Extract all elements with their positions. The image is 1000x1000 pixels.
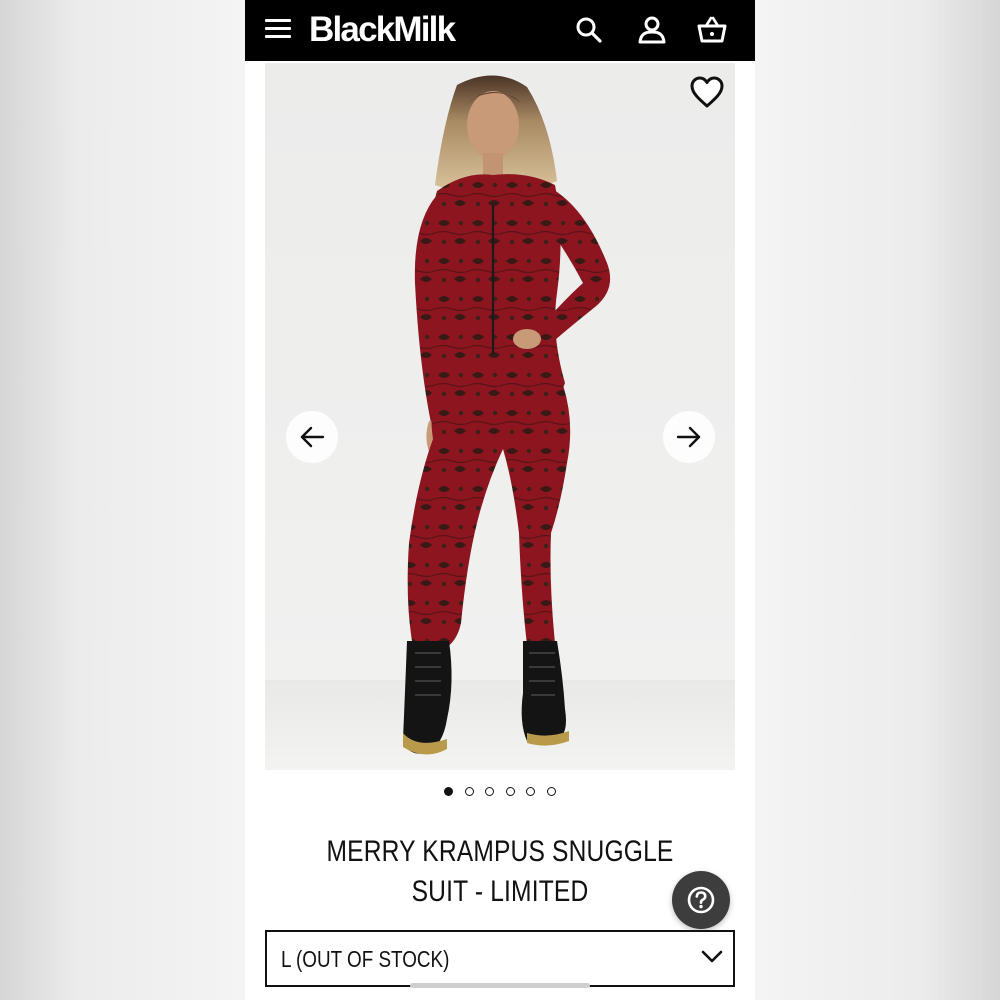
carousel-dot[interactable] xyxy=(444,787,454,796)
search-icon[interactable] xyxy=(571,12,607,48)
carousel-pagination xyxy=(245,787,755,801)
size-select-value: L (OUT OF STOCK) xyxy=(281,946,450,972)
size-select[interactable]: L (OUT OF STOCK) xyxy=(265,930,735,987)
product-image-carousel[interactable] xyxy=(265,63,735,770)
heart-icon[interactable] xyxy=(689,75,725,109)
question-mark-icon xyxy=(687,886,715,914)
brand-logo[interactable]: BlackMilk xyxy=(309,8,456,52)
product-photo xyxy=(403,75,611,755)
carousel-dot[interactable] xyxy=(505,787,515,796)
next-image-button[interactable] xyxy=(663,411,715,463)
scroll-indicator xyxy=(410,983,590,988)
chevron-down-icon xyxy=(701,950,723,963)
arrow-left-icon xyxy=(300,426,325,448)
carousel-dot[interactable] xyxy=(546,787,556,796)
site-header: BlackMilk xyxy=(245,0,755,61)
help-button[interactable] xyxy=(672,871,730,929)
carousel-dot[interactable] xyxy=(526,787,536,796)
user-icon[interactable] xyxy=(634,12,670,48)
previous-image-button[interactable] xyxy=(286,411,338,463)
arrow-right-icon xyxy=(676,426,701,448)
mobile-viewport: BlackMilk MERRY KRAMPUS SNUGGLE SUIT - L… xyxy=(245,0,755,1000)
basket-icon[interactable] xyxy=(694,12,730,48)
carousel-dot[interactable] xyxy=(485,787,495,796)
hamburger-menu-icon[interactable] xyxy=(265,18,291,40)
carousel-dot[interactable] xyxy=(464,787,474,796)
product-title: MERRY KRAMPUS SNUGGLE SUIT - LIMITED xyxy=(326,835,674,908)
